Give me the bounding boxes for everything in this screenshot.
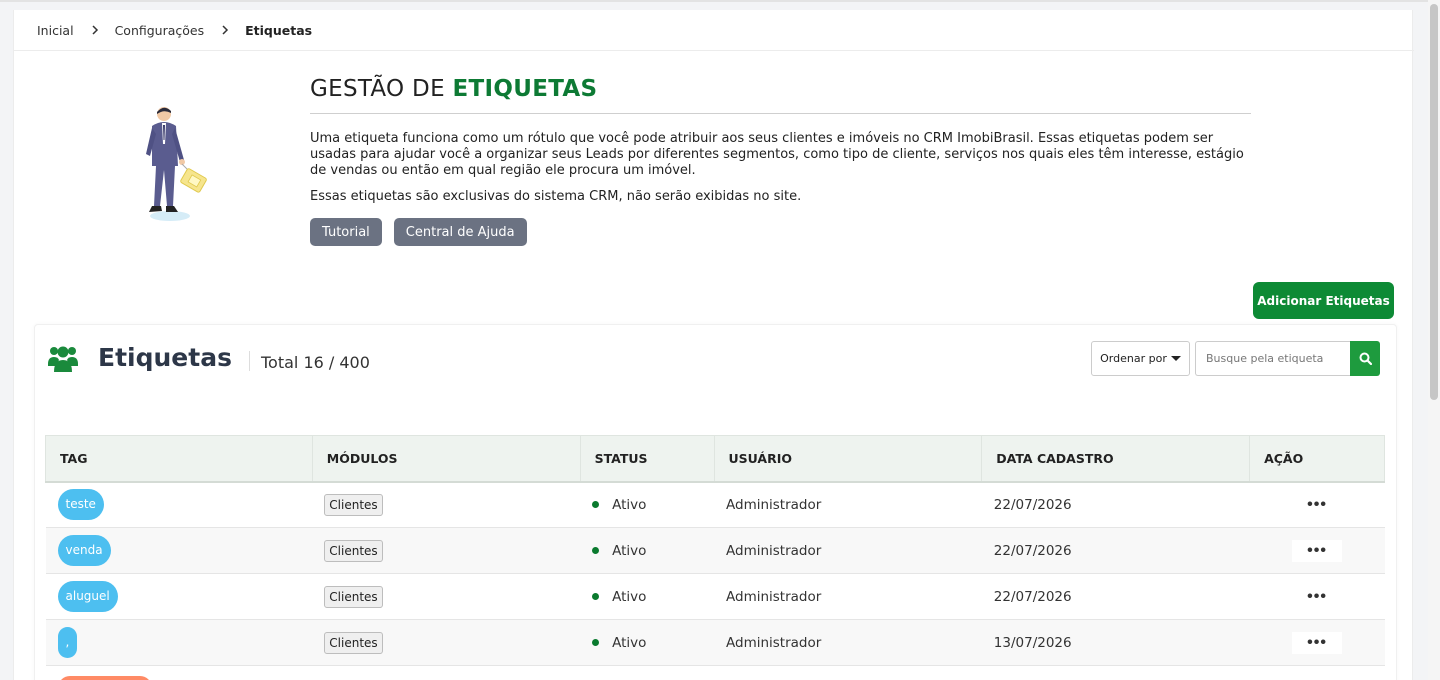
table-header-row: TAG MÓDULOS STATUS USUÁRIO DATA CADASTRO… <box>45 435 1385 483</box>
breadcrumb-settings-link[interactable]: Configurações <box>115 23 205 38</box>
users-icon <box>48 346 78 372</box>
search-icon <box>1359 352 1372 365</box>
tags-table: TAG MÓDULOS STATUS USUÁRIO DATA CADASTRO… <box>45 435 1385 680</box>
more-actions-button[interactable]: ••• <box>1292 586 1342 608</box>
date-cell: 22/07/2026 <box>981 573 1250 620</box>
user-cell: Administrador <box>714 573 982 620</box>
module-badge: Clientes <box>324 539 383 562</box>
column-header-tag[interactable]: TAG <box>45 435 313 483</box>
date-cell: 13/07/2026 <box>981 619 1250 666</box>
chevron-right-icon <box>222 25 229 35</box>
intro-buttons: Tutorial Central de Ajuda <box>310 218 1251 246</box>
table-row-partial <box>45 665 1385 680</box>
column-header-action: AÇÃO <box>1249 435 1385 483</box>
tags-total-count: Total 16 / 400 <box>261 353 370 372</box>
date-cell: 22/07/2026 <box>981 527 1250 574</box>
page-title: GESTÃO DE ETIQUETAS <box>310 76 1251 114</box>
caret-down-icon <box>1170 356 1181 361</box>
module-badge: Clientes <box>324 493 383 516</box>
table-row: aluguel Clientes Ativo Administrador 22/… <box>45 573 1385 620</box>
page-title-prefix: GESTÃO DE <box>310 76 453 102</box>
scrollbar-thumb[interactable] <box>1430 4 1438 400</box>
page-title-accent: ETIQUETAS <box>452 76 598 102</box>
status-text: Ativo <box>612 588 647 605</box>
status-text: Ativo <box>612 496 647 513</box>
tag-pill-partial[interactable] <box>57 676 152 680</box>
page-scrollbar[interactable] <box>1428 0 1440 680</box>
column-header-date[interactable]: DATA CADASTRO <box>981 435 1251 483</box>
more-actions-button[interactable]: ••• <box>1292 494 1342 516</box>
tag-pill[interactable]: aluguel <box>57 581 118 612</box>
breadcrumb-home-link[interactable]: Inicial <box>37 23 74 38</box>
sort-dropdown-button[interactable]: Ordenar por <box>1091 341 1190 376</box>
title-divider <box>249 351 250 371</box>
user-cell: Administrador <box>714 619 982 666</box>
table-row: teste Clientes Ativo Administrador 22/07… <box>45 481 1385 528</box>
top-border <box>0 0 1428 2</box>
intro-description: Uma etiqueta funciona como um rótulo que… <box>310 131 1244 178</box>
user-cell: Administrador <box>714 481 982 528</box>
sort-label: Ordenar por <box>1100 352 1167 365</box>
add-tags-button[interactable]: Adicionar Etiquetas <box>1253 282 1394 319</box>
tags-card: Etiquetas Total 16 / 400 Ordenar por TAG… <box>34 324 1397 680</box>
status-dot-icon <box>592 639 600 646</box>
table-row: , Clientes Ativo Administrador 13/07/202… <box>45 619 1385 666</box>
module-badge: Clientes <box>324 631 383 654</box>
tag-search-input[interactable] <box>1195 341 1351 376</box>
date-cell: 22/07/2026 <box>981 481 1250 528</box>
more-actions-button[interactable]: ••• <box>1292 631 1343 654</box>
tag-pill[interactable]: teste <box>57 489 104 521</box>
status-dot-icon <box>592 593 600 600</box>
breadcrumb: Inicial Configurações Etiquetas <box>14 10 1414 51</box>
status-dot-icon <box>592 501 600 509</box>
module-badge: Clientes <box>324 585 383 608</box>
businessman-tag-illustration-icon <box>146 107 207 221</box>
status-text: Ativo <box>612 634 647 651</box>
intro-note: Essas etiquetas são exclusivas do sistem… <box>310 189 802 204</box>
column-header-user[interactable]: USUÁRIO <box>713 435 983 483</box>
more-actions-button[interactable]: ••• <box>1292 539 1343 562</box>
page-container: Inicial Configurações Etiquetas GESTÃO D… <box>13 10 1414 680</box>
card-header: Etiquetas Total 16 / 400 Ordenar por <box>35 325 1396 395</box>
tutorial-button[interactable]: Tutorial <box>310 218 382 246</box>
tag-pill[interactable]: venda <box>57 535 111 566</box>
tag-pill[interactable]: , <box>57 627 78 658</box>
column-header-status[interactable]: STATUS <box>579 435 715 483</box>
table-row: venda Clientes Ativo Administrador 22/07… <box>45 527 1385 574</box>
column-header-modules[interactable]: MÓDULOS <box>311 435 581 483</box>
status-text: Ativo <box>612 542 647 559</box>
user-cell: Administrador <box>714 527 982 574</box>
card-title: Etiquetas <box>98 343 232 372</box>
status-dot-icon <box>592 547 600 554</box>
breadcrumb-current: Etiquetas <box>245 22 313 38</box>
chevron-right-icon <box>92 25 98 35</box>
intro-section: GESTÃO DE ETIQUETAS Uma etiqueta funcion… <box>310 76 1251 246</box>
search-button[interactable] <box>1350 341 1380 376</box>
help-center-button[interactable]: Central de Ajuda <box>393 218 527 246</box>
